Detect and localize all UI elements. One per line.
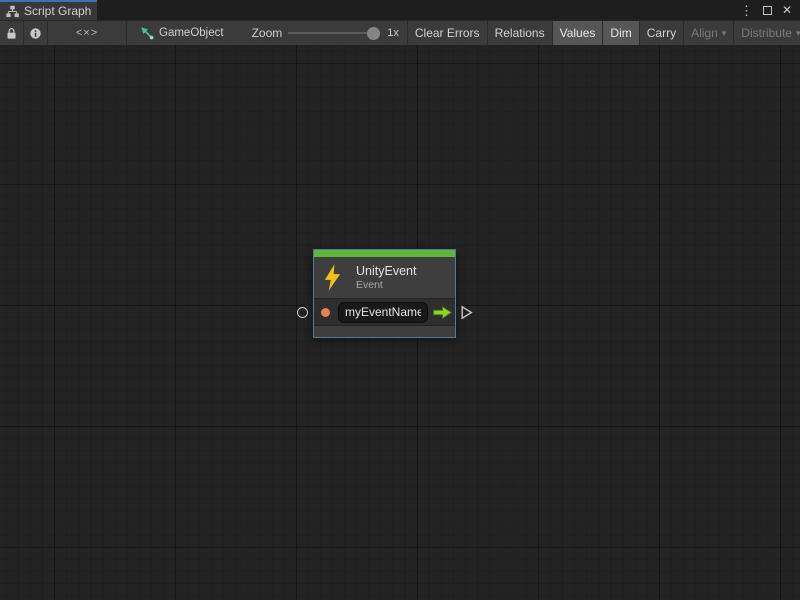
- dim-toggle-button[interactable]: Dim: [603, 21, 639, 45]
- node-port-row: [314, 298, 455, 325]
- relations-label: Relations: [495, 26, 545, 40]
- dim-label: Dim: [610, 26, 631, 40]
- titlebar-spacer: [97, 0, 740, 20]
- info-icon: [29, 27, 42, 40]
- values-toggle-button[interactable]: Values: [553, 21, 604, 45]
- event-name-input[interactable]: [338, 302, 428, 323]
- tab-title: Script Graph: [24, 4, 91, 18]
- unity-event-node[interactable]: UnityEvent Event: [313, 249, 456, 338]
- lock-icon: [6, 27, 17, 40]
- node-header[interactable]: UnityEvent Event: [314, 257, 455, 298]
- trigger-output-port[interactable]: [461, 305, 473, 325]
- edit-graph-button[interactable]: <×>: [48, 21, 127, 45]
- gameobject-icon: [140, 26, 154, 40]
- graph-canvas[interactable]: UnityEvent Event: [0, 45, 800, 600]
- chevron-down-icon: ▾: [796, 29, 800, 38]
- node-title: UnityEvent: [356, 264, 416, 279]
- node-footer: [314, 325, 455, 337]
- event-node-color-bar: [314, 250, 455, 257]
- unity-visual-scripting-window: { "window": { "tab_title": "Script Graph…: [0, 0, 800, 600]
- info-button[interactable]: [24, 21, 48, 45]
- flow-arrow-icon: [432, 305, 453, 320]
- zoom-slider[interactable]: [288, 27, 380, 40]
- graph-target-label[interactable]: GameObject: [159, 27, 224, 39]
- angle-brackets-icon: <×>: [76, 27, 98, 39]
- close-icon[interactable]: ✕: [782, 4, 792, 16]
- lightning-bolt-icon: [323, 264, 342, 291]
- distribute-dropdown-button[interactable]: Distribute ▾: [734, 21, 800, 45]
- carry-button[interactable]: Carry: [640, 21, 684, 45]
- clear-errors-label: Clear Errors: [415, 26, 480, 40]
- window-menu-icon[interactable]: ⋮: [740, 4, 753, 17]
- distribute-label: Distribute: [741, 26, 792, 40]
- align-dropdown-button[interactable]: Align ▾: [684, 21, 734, 45]
- tab-script-graph[interactable]: Script Graph: [0, 0, 97, 20]
- zoom-slider-handle[interactable]: [367, 27, 380, 40]
- clear-errors-button[interactable]: Clear Errors: [408, 21, 488, 45]
- lock-button[interactable]: [0, 21, 24, 45]
- zoom-label: Zoom: [252, 26, 283, 40]
- carry-label: Carry: [647, 26, 676, 40]
- graph-context-section: GameObject Zoom 1x: [127, 21, 408, 45]
- node-title-block: UnityEvent Event: [356, 264, 416, 292]
- relations-button[interactable]: Relations: [488, 21, 553, 45]
- window-controls: ⋮ ✕: [740, 0, 800, 20]
- chevron-down-icon: ▾: [722, 29, 727, 38]
- value-input-port[interactable]: [321, 308, 330, 317]
- titlebar: Script Graph ⋮ ✕: [0, 0, 800, 20]
- maximize-icon[interactable]: [763, 6, 772, 15]
- node-subtitle: Event: [356, 279, 416, 292]
- zoom-value: 1x: [387, 27, 399, 39]
- graph-toolbar: <×> GameObject Zoom 1x Clear Errors Rela…: [0, 20, 800, 45]
- graph-hierarchy-icon: [6, 5, 19, 18]
- values-label: Values: [560, 26, 596, 40]
- align-label: Align: [691, 26, 718, 40]
- trigger-input-port[interactable]: [297, 307, 308, 318]
